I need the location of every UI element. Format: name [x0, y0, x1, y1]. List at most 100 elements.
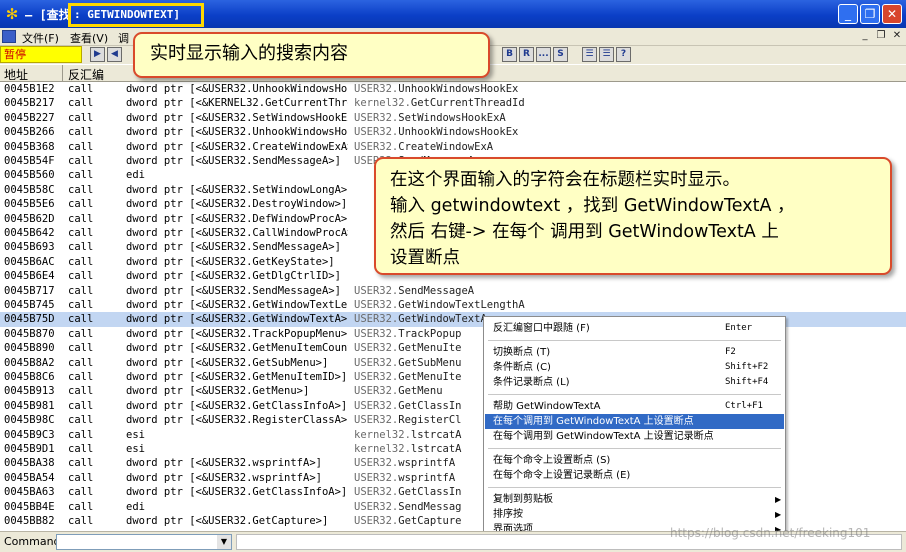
- chevron-down-icon[interactable]: ▼: [217, 535, 231, 549]
- app-icon: ✻: [5, 5, 19, 23]
- menu-item-label: 在每个命令上设置记录断点 (E): [493, 470, 631, 481]
- context-menu-item[interactable]: 在每个命令上设置断点 (S): [485, 453, 784, 468]
- mdi-close-button[interactable]: ✕: [890, 29, 904, 43]
- mnemonic-cell: call: [68, 97, 94, 110]
- document-icon[interactable]: [2, 30, 16, 43]
- operand-cell: dword ptr [<&USER32.GetSubMenu>]: [126, 356, 329, 369]
- context-menu-item[interactable]: 条件断点 (C) Shift+F2: [485, 360, 784, 375]
- module-name: USER32.: [354, 414, 399, 427]
- mdi-restore-button[interactable]: ❐: [874, 29, 888, 43]
- menu-separator: [488, 394, 781, 395]
- operand-cell: dword ptr [<&USER32.CreateWindowExA>]: [126, 140, 348, 153]
- operand-cell: dword ptr [<&USER32.SendMessageA>]: [126, 155, 341, 167]
- run-icon[interactable]: ▶: [90, 47, 105, 62]
- command-input[interactable]: ▼: [56, 534, 232, 550]
- function-name: SendMessageA: [398, 284, 475, 297]
- menu-separator: [488, 487, 781, 488]
- function-name: GetClassIn: [398, 486, 462, 499]
- operand-cell: dword ptr [<&USER32.GetMenuItemID>]: [126, 371, 348, 383]
- options-icon[interactable]: ☰: [599, 47, 614, 62]
- table-row[interactable]: 0045B1E2 call dword ptr [<&USER32.UnhookWi…: [0, 82, 906, 96]
- table-row[interactable]: 0045B217 call dword ptr [<&KERNEL32.GetCur…: [0, 96, 906, 110]
- column-disassembly[interactable]: 反汇编: [68, 66, 104, 83]
- menu-item-label: 排序按: [493, 509, 523, 520]
- menu-item-label: 复制到剪贴板: [493, 494, 553, 505]
- function-name: GetCurrentThreadId: [410, 97, 525, 110]
- mnemonic-cell: call: [68, 140, 94, 153]
- callout-line: 输入 getwindowtext ，找到 GetWindowTextA ，: [390, 196, 795, 216]
- context-menu-item[interactable]: 切换断点 (T) F2: [485, 345, 784, 360]
- table-row[interactable]: 0045B266 call dword ptr [<&USER32.UnhookWi…: [0, 125, 906, 139]
- comment-cell: kernel32.lstrcatA: [354, 428, 461, 442]
- function-name: UnhookWindowsHookEx: [398, 83, 519, 95]
- context-menu-item[interactable]: 反汇编窗口中跟随 (F) Enter: [485, 321, 784, 336]
- module-name: USER32.: [354, 83, 399, 95]
- mnemonic-cell: call: [68, 356, 94, 369]
- module-name: USER32.: [354, 385, 399, 398]
- command-label: Command: [4, 535, 61, 548]
- menu-item-label: 条件断点 (C): [493, 362, 551, 373]
- breakpoints-button[interactable]: B: [502, 47, 517, 62]
- comment-cell: USER32.wsprintfA: [354, 456, 455, 470]
- address-cell: 0045B75D: [4, 313, 55, 326]
- column-divider[interactable]: [62, 65, 63, 82]
- close-button[interactable]: ✕: [882, 4, 902, 24]
- module-name: kernel32.: [354, 97, 411, 110]
- source-button[interactable]: S: [553, 47, 568, 62]
- mnemonic-cell: call: [68, 270, 94, 283]
- address-cell: 0045BA54: [4, 471, 55, 484]
- address-cell: 0045B1E2: [4, 83, 55, 95]
- menu-debug[interactable]: 调: [118, 30, 129, 46]
- context-menu-item[interactable]: 条件记录断点 (L) Shift+F4: [485, 375, 784, 390]
- function-name: GetMenu: [398, 385, 443, 398]
- operand-cell: dword ptr [<&USER32.wsprintfA>]: [126, 471, 322, 484]
- address-cell: 0045B717: [4, 284, 55, 297]
- context-menu-item[interactable]: 帮助 GetWindowTextA Ctrl+F1: [485, 399, 784, 414]
- column-address[interactable]: 地址: [4, 66, 28, 83]
- module-name: USER32.: [354, 356, 399, 369]
- submenu-arrow-icon: ▶: [775, 510, 782, 519]
- table-row[interactable]: 0045B227 call dword ptr [<&USER32.SetWindo…: [0, 111, 906, 125]
- operand-cell: dword ptr [<&KERNEL32.GetCurrentThreadId…: [126, 97, 348, 110]
- function-name: GetSubMenu: [398, 356, 462, 369]
- address-cell: 0045B9C3: [4, 428, 55, 441]
- address-cell: 0045B62D: [4, 212, 55, 225]
- comment-cell: kernel32.lstrcatA: [354, 442, 461, 456]
- minimize-button[interactable]: _: [838, 4, 858, 24]
- menu-view[interactable]: 查看(V): [70, 30, 108, 46]
- mnemonic-cell: call: [68, 457, 94, 470]
- menu-file[interactable]: 文件(F): [22, 30, 59, 46]
- module-name: kernel32.: [354, 428, 411, 441]
- comment-cell: USER32.UnhookWindowsHookEx: [354, 82, 518, 96]
- function-name: SendMessag: [398, 500, 462, 513]
- menu-separator: [488, 448, 781, 449]
- list-icon[interactable]: ☰: [582, 47, 597, 62]
- function-name: GetCapture: [398, 515, 462, 527]
- module-name: USER32.: [354, 313, 399, 326]
- mdi-minimize-button[interactable]: _: [858, 29, 872, 43]
- table-row[interactable]: 0045B745 call dword ptr [<&USER32.GetWindo…: [0, 298, 906, 312]
- menu-item-label: 帮助 GetWindowTextA: [493, 401, 601, 412]
- table-row[interactable]: 0045B717 call dword ptr [<&USER32.SendMess…: [0, 284, 906, 298]
- context-menu-item[interactable]: 排序按 ▶: [485, 507, 784, 522]
- more-button[interactable]: ...: [536, 47, 551, 62]
- back-icon[interactable]: ◀: [107, 47, 122, 62]
- address-cell: 0045B8A2: [4, 356, 55, 369]
- table-row[interactable]: 0045B368 call dword ptr [<&USER32.CreateWi…: [0, 140, 906, 154]
- window-controls: _ ❐ ✕: [838, 4, 902, 24]
- function-name: GetClassIn: [398, 399, 462, 412]
- registers-button[interactable]: R: [519, 47, 534, 62]
- operand-cell: dword ptr [<&USER32.GetWindowTextLengthA…: [126, 299, 348, 311]
- maximize-button[interactable]: ❐: [860, 4, 880, 24]
- context-menu-item[interactable]: 在每个命令上设置记录断点 (E): [485, 468, 784, 483]
- context-menu-item[interactable]: 复制到剪贴板 ▶: [485, 492, 784, 507]
- menu-item-shortcut: Enter: [725, 323, 753, 333]
- status-paused: 暂停: [0, 46, 82, 63]
- operand-cell: dword ptr [<&USER32.GetClassInfoA>]: [126, 399, 348, 412]
- help-icon[interactable]: ?: [616, 47, 631, 62]
- context-menu-item[interactable]: 在每个调用到 GetWindowTextA 上设置记录断点: [485, 429, 784, 444]
- mnemonic-cell: call: [68, 428, 94, 441]
- module-name: USER32.: [354, 126, 399, 139]
- context-menu-item[interactable]: 在每个调用到 GetWindowTextA 上设置断点: [485, 414, 784, 429]
- mnemonic-cell: call: [68, 313, 94, 326]
